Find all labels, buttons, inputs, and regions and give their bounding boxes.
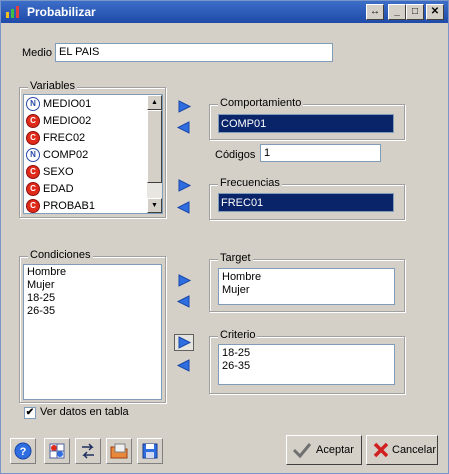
app-icon — [6, 6, 19, 18]
list-item[interactable]: C PROBAB1 — [26, 198, 146, 213]
target-list[interactable]: Hombre Mujer — [218, 268, 395, 305]
ver-datos-checkbox[interactable]: ✔ — [24, 407, 36, 419]
checkmark-icon — [292, 443, 312, 459]
criterio-list[interactable]: 18-25 26-35 — [218, 344, 395, 385]
medio-label: Medio — [22, 47, 52, 59]
list-item[interactable]: C FREC02 — [26, 130, 146, 147]
save-disk-icon — [142, 443, 158, 459]
window-title: Probabilizar — [27, 5, 96, 19]
list-item[interactable]: 26-35 — [219, 360, 394, 373]
list-item[interactable]: N MEDIO01 — [26, 96, 146, 113]
arrow-left-icon — [176, 121, 190, 134]
list-item[interactable]: C SEXO — [26, 164, 146, 181]
remove-target-button[interactable] — [174, 293, 194, 310]
list-item[interactable]: C MEDIO02 — [26, 113, 146, 130]
target-title: Target — [218, 252, 253, 264]
open-button[interactable] — [106, 438, 132, 464]
arrow-left-icon — [176, 201, 190, 214]
codigos-field[interactable]: 1 — [260, 144, 381, 162]
add-comportamiento-button[interactable] — [174, 98, 194, 115]
numeric-variable-icon: N — [26, 97, 40, 111]
categorical-variable-icon: C — [26, 131, 40, 145]
title-bar: Probabilizar ↔ _ □ ✕ — [1, 1, 448, 23]
variables-list[interactable]: N MEDIO01 C MEDIO02 C FREC02 N COMP02 C … — [23, 94, 163, 214]
svg-text:?: ? — [20, 446, 27, 458]
categorical-variable-icon: C — [26, 165, 40, 179]
list-item[interactable]: 26-35 — [24, 305, 161, 318]
comportamiento-field[interactable]: COMP01 — [218, 114, 394, 133]
list-item[interactable]: 18-25 — [24, 292, 161, 305]
probabilizar-window: Probabilizar ↔ _ □ ✕ Medio EL PAIS Varia… — [0, 0, 449, 474]
remove-criterio-button[interactable] — [174, 357, 194, 374]
open-folder-icon — [110, 443, 128, 459]
condiciones-title: Condiciones — [28, 249, 93, 261]
categorical-variable-icon: C — [26, 182, 40, 196]
help-icon: ? — [14, 442, 32, 460]
variables-tool-button[interactable] — [44, 438, 70, 464]
categorical-variable-icon: C — [26, 199, 40, 213]
condiciones-list[interactable]: Hombre Mujer 18-25 26-35 — [23, 264, 162, 400]
arrow-right-icon — [178, 336, 192, 349]
frecuencias-field[interactable]: FREC01 — [218, 193, 394, 212]
scroll-thumb[interactable] — [147, 110, 162, 183]
add-target-button[interactable] — [174, 272, 194, 289]
cancel-x-icon — [373, 442, 389, 458]
scroll-down-icon[interactable]: ▼ — [147, 198, 162, 213]
add-criterio-button[interactable] — [174, 334, 194, 351]
add-frecuencias-button[interactable] — [174, 177, 194, 194]
variables-scrollbar[interactable]: ▲ ▼ — [147, 95, 162, 213]
help-button[interactable]: ? — [10, 438, 36, 464]
remove-frecuencias-button[interactable] — [174, 199, 194, 216]
list-item[interactable]: Mujer — [219, 284, 394, 297]
frecuencias-title: Frecuencias — [218, 177, 282, 189]
accept-button[interactable]: Aceptar — [286, 435, 362, 465]
codigos-label: Códigos — [215, 149, 256, 161]
comportamiento-title: Comportamiento — [218, 97, 304, 109]
close-button[interactable]: ✕ — [426, 4, 444, 20]
list-item[interactable]: Mujer — [24, 279, 161, 292]
list-item[interactable]: C EDAD — [26, 181, 146, 198]
list-item[interactable]: Hombre — [219, 271, 394, 284]
remove-comportamiento-button[interactable] — [174, 119, 194, 136]
medio-field[interactable]: EL PAIS — [55, 43, 333, 62]
bottom-toolbar: ? Aceptar Cancelar — [9, 435, 438, 471]
categorical-variable-icon: C — [26, 114, 40, 128]
ver-datos-label: Ver datos en tabla — [40, 406, 129, 418]
list-item[interactable]: N COMP02 — [26, 147, 146, 164]
maximize-button[interactable]: □ — [406, 4, 424, 20]
arrow-right-icon — [178, 179, 192, 192]
minimize-button[interactable]: _ — [388, 4, 406, 20]
resize-icon[interactable]: ↔ — [366, 4, 384, 20]
variables-title: Variables — [28, 80, 78, 92]
arrow-left-icon — [176, 359, 190, 372]
criterio-title: Criterio — [218, 329, 258, 341]
swap-arrows-icon — [82, 443, 94, 459]
arrow-right-icon — [178, 274, 192, 287]
list-item[interactable]: Hombre — [24, 266, 161, 279]
numeric-variable-icon: N — [26, 148, 40, 162]
save-button[interactable] — [137, 438, 163, 464]
scroll-up-icon[interactable]: ▲ — [147, 95, 162, 110]
variables-grid-icon — [49, 443, 65, 459]
cancel-button[interactable]: Cancelar — [366, 435, 438, 465]
list-item[interactable]: 18-25 — [219, 347, 394, 360]
arrow-left-icon — [176, 295, 190, 308]
swap-tool-button[interactable] — [75, 438, 101, 464]
arrow-right-icon — [178, 100, 192, 113]
